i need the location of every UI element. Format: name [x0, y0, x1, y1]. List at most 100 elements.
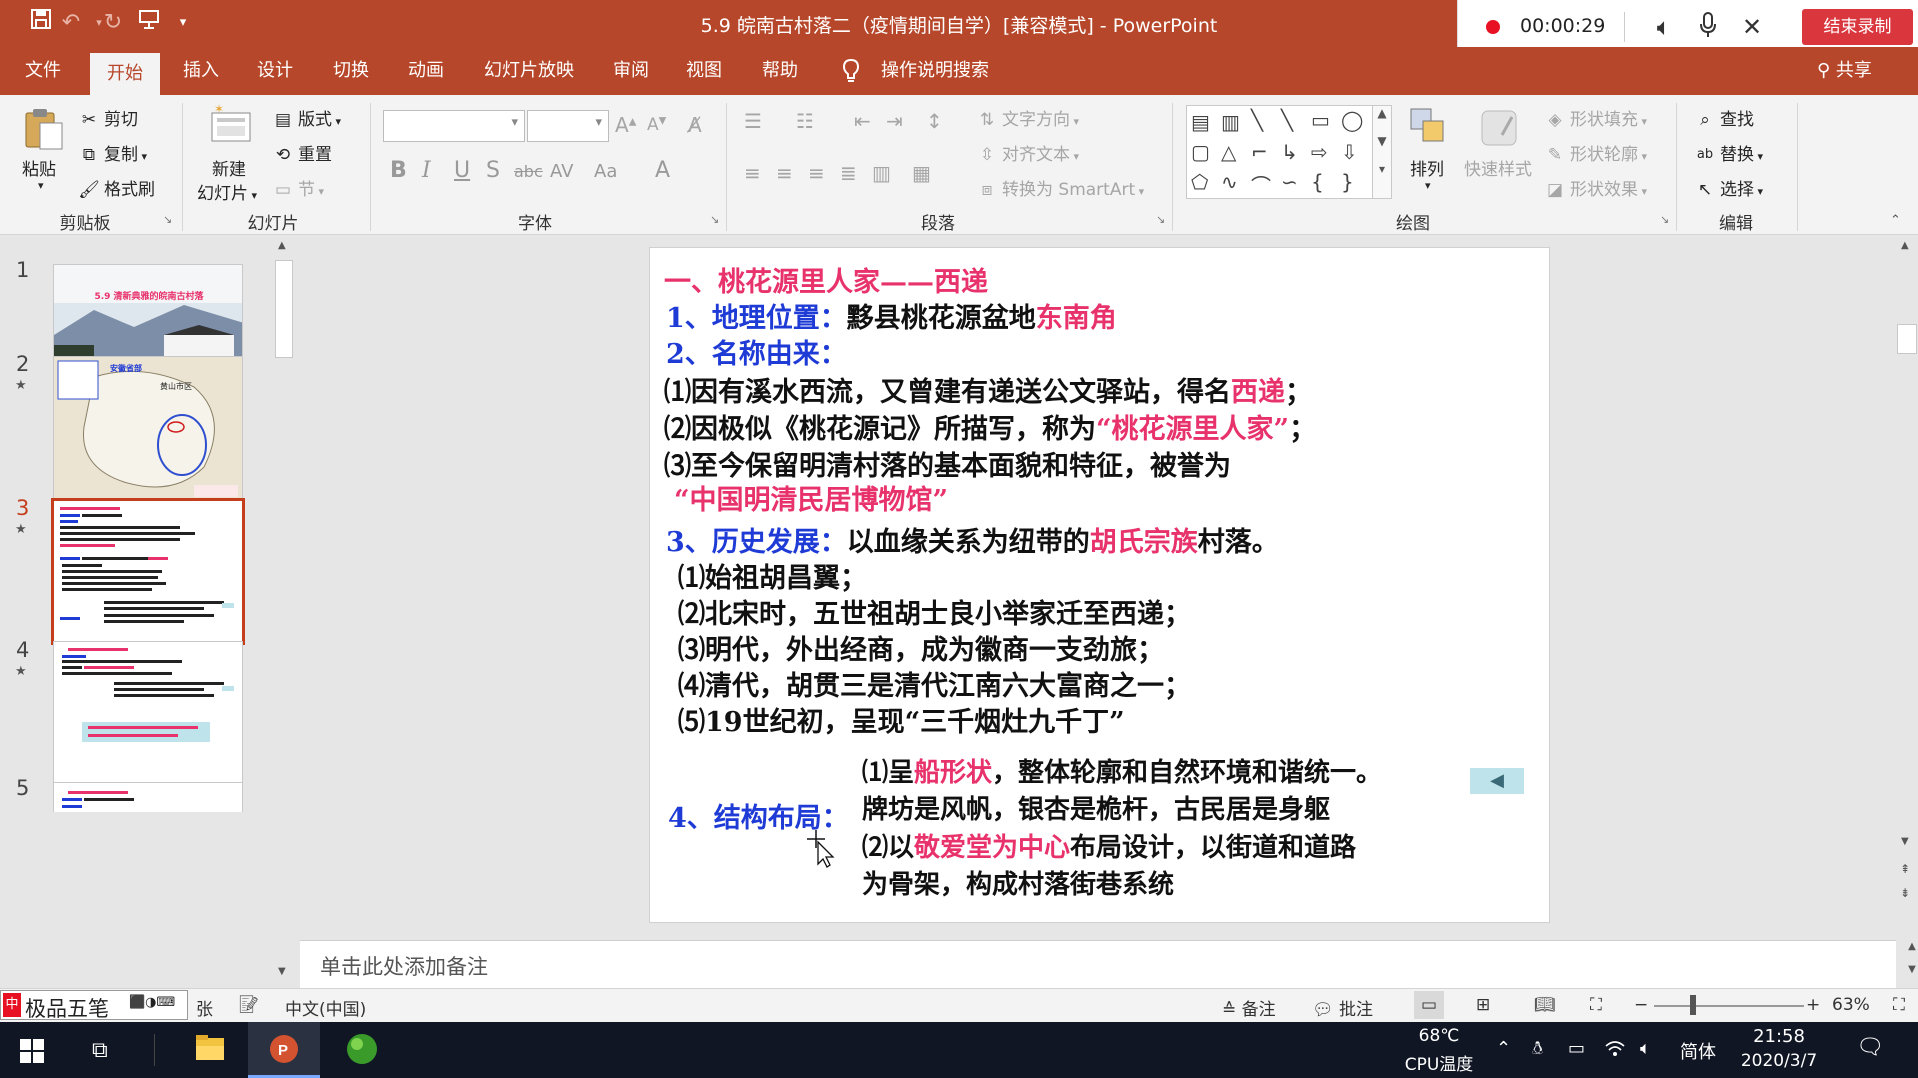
task-view-icon[interactable]: ⧉	[92, 1038, 108, 1063]
app-taskbar-icon[interactable]	[326, 1022, 398, 1078]
scroll-down-icon[interactable]: ▼	[278, 966, 286, 977]
character-spacing-button[interactable]: AV	[550, 161, 573, 182]
align-center-icon[interactable]: ≡	[776, 161, 793, 185]
tab-review[interactable]: 审阅	[602, 47, 660, 95]
new-slide-label-1[interactable]: 新建	[212, 155, 246, 180]
cut-button[interactable]: ✂ 剪切	[78, 105, 138, 131]
left-brace-icon[interactable]: {	[1311, 170, 1324, 194]
freeform-icon[interactable]: ⬠	[1191, 170, 1208, 194]
right-arrow-icon[interactable]: ⇨	[1311, 140, 1328, 164]
language-indicator[interactable]: 中文(中国)	[285, 995, 366, 1020]
shapes-gallery-scroll[interactable]: ▲ ▼ ▾	[1372, 105, 1392, 199]
close-icon[interactable]: ✕	[1736, 11, 1768, 43]
distribute-icon[interactable]: ▥	[872, 161, 891, 185]
next-slide-icon[interactable]: ⇟	[1900, 886, 1910, 900]
align-left-icon[interactable]: ≡	[744, 161, 761, 185]
shadow-button[interactable]: S	[486, 158, 500, 183]
share-button[interactable]: ⚲ 共享	[1817, 47, 1872, 95]
slide-scrollbar[interactable]: ▲ ▼ ⇞ ⇟	[1896, 236, 1918, 927]
arrow-line-icon[interactable]: ╲	[1281, 108, 1293, 132]
scribble-icon[interactable]: ∿	[1221, 170, 1238, 194]
file-explorer-taskbar-icon[interactable]	[174, 1022, 246, 1078]
normal-view-icon[interactable]: ▭	[1414, 991, 1444, 1019]
tab-transitions[interactable]: 切换	[322, 47, 380, 95]
arrange-icon[interactable]	[1407, 105, 1453, 151]
align-right-icon[interactable]: ≡	[808, 161, 825, 185]
previous-slide-icon[interactable]: ⇞	[1900, 862, 1910, 876]
text-box-icon[interactable]: ▤	[1191, 110, 1210, 134]
zoom-level[interactable]: 63%	[1832, 995, 1870, 1015]
comments-toggle-button[interactable]: 💬︎ 批注	[1312, 995, 1373, 1020]
ime-toolbar[interactable]: 中 极品五笔 ⬛◑⌨	[0, 990, 188, 1021]
tab-design[interactable]: 设计	[246, 47, 304, 95]
underline-button[interactable]: U	[454, 158, 470, 183]
powerpoint-taskbar-icon[interactable]: P	[248, 1022, 320, 1078]
italic-button[interactable]: I	[422, 158, 431, 183]
tab-file[interactable]: 文件	[14, 47, 72, 95]
copy-button[interactable]: ⧉ 复制 ▾	[78, 140, 147, 166]
arrange-label[interactable]: 排列	[1410, 155, 1444, 180]
qq-tray-icon[interactable]: 🐧︎	[1532, 1038, 1543, 1061]
paste-label[interactable]: 粘贴	[22, 155, 56, 180]
notes-pane[interactable]: 单击此处添加备注 ▲ ▼	[300, 940, 1918, 989]
microphone-icon[interactable]	[1692, 11, 1724, 43]
line-icon[interactable]: ╲	[1251, 108, 1263, 132]
scroll-up-icon[interactable]: ▲	[278, 240, 286, 251]
tab-slide-show[interactable]: 幻灯片放映	[474, 47, 584, 95]
quick-styles-label[interactable]: 快速样式	[1464, 155, 1532, 180]
columns-icon[interactable]: ▦	[912, 161, 931, 185]
slide-thumbnail-3[interactable]	[51, 498, 245, 645]
scrollbar-thumb[interactable]	[275, 260, 293, 358]
format-painter-button[interactable]: 🖌︎ 格式刷	[78, 175, 155, 201]
change-case-button[interactable]: Aa	[594, 161, 617, 182]
arc-icon[interactable]: ⌒	[1251, 170, 1271, 199]
tab-view[interactable]: 视图	[675, 47, 733, 95]
elbow-arrow-icon[interactable]: ↳	[1281, 140, 1298, 164]
slide-show-icon[interactable]: ⛶	[1590, 995, 1602, 1015]
notes-toggle-button[interactable]: ≙ 备注	[1222, 995, 1276, 1020]
scroll-down-icon[interactable]: ▼	[1901, 836, 1909, 847]
current-slide[interactable]: 一、桃花源里人家——西递 1、地理位置：黟县桃花源盆地东南角 2、名称由来： ⑴…	[649, 247, 1550, 923]
decrease-font-icon[interactable]: A▼	[647, 115, 666, 135]
triangle-icon[interactable]: △	[1221, 140, 1236, 164]
ime-language-indicator[interactable]: 简体	[1680, 1038, 1716, 1064]
strikethrough-button[interactable]: abc	[514, 162, 543, 181]
volume-icon[interactable]: 🔈︎	[1640, 1038, 1651, 1059]
decrease-indent-icon[interactable]: ⇤	[854, 109, 871, 133]
bold-button[interactable]: B	[390, 158, 407, 183]
notes-placeholder[interactable]: 单击此处添加备注	[320, 951, 488, 981]
line-spacing-icon[interactable]: ↕	[926, 109, 943, 133]
find-button[interactable]: ⌕ 查找	[1694, 105, 1754, 131]
font-size-combobox[interactable]: ▾	[527, 110, 609, 142]
show-hidden-icons-icon[interactable]: ⌃	[1496, 1038, 1511, 1059]
tab-insert[interactable]: 插入	[172, 47, 230, 95]
increase-font-icon[interactable]: A▲	[615, 113, 636, 137]
ime-mode-icons[interactable]: ⬛◑⌨	[129, 995, 175, 1010]
paragraph-launcher-icon[interactable]: ↘	[1156, 213, 1165, 226]
select-button[interactable]: ↖ 选择 ▾	[1694, 175, 1763, 201]
align-text-button[interactable]: ⇳ 对齐文本 ▾	[976, 140, 1079, 166]
numbering-icon[interactable]: ☷	[796, 109, 814, 133]
bullets-icon[interactable]: ☰	[744, 109, 762, 133]
windows-start-icon[interactable]	[20, 1039, 44, 1067]
fit-to-window-icon[interactable]: ⛶	[1893, 995, 1905, 1015]
spellcheck-icon[interactable]: 📝︎	[238, 995, 260, 1015]
notifications-icon[interactable]: 🗨︎	[1856, 1035, 1884, 1060]
tab-home[interactable]: 开始	[90, 53, 160, 95]
zoom-out-icon[interactable]: −	[1634, 995, 1648, 1015]
curve-icon[interactable]: ∽	[1281, 170, 1298, 194]
replace-button[interactable]: ab 替换 ▾	[1694, 140, 1763, 166]
section-button[interactable]: ▭ 节 ▾	[272, 175, 324, 201]
battery-icon[interactable]: ▭	[1568, 1038, 1585, 1059]
vertical-text-box-icon[interactable]: ▥	[1221, 110, 1240, 134]
slide-sorter-icon[interactable]: ⊞	[1476, 995, 1490, 1015]
scroll-up-icon[interactable]: ▲	[1901, 240, 1909, 251]
font-color-button[interactable]: A	[655, 158, 670, 183]
stop-recording-button[interactable]: 结束录制	[1802, 9, 1913, 45]
shape-outline-button[interactable]: ✎ 形状轮廓 ▾	[1544, 140, 1647, 166]
rounded-rectangle-icon[interactable]: ▢	[1191, 140, 1210, 164]
font-launcher-icon[interactable]: ↘	[710, 213, 719, 226]
drawing-launcher-icon[interactable]: ↘	[1660, 213, 1669, 226]
smartart-button[interactable]: ⧈ 转换为 SmartArt ▾	[976, 175, 1145, 201]
arrange-dropdown-icon[interactable]: ▾	[1425, 179, 1431, 192]
